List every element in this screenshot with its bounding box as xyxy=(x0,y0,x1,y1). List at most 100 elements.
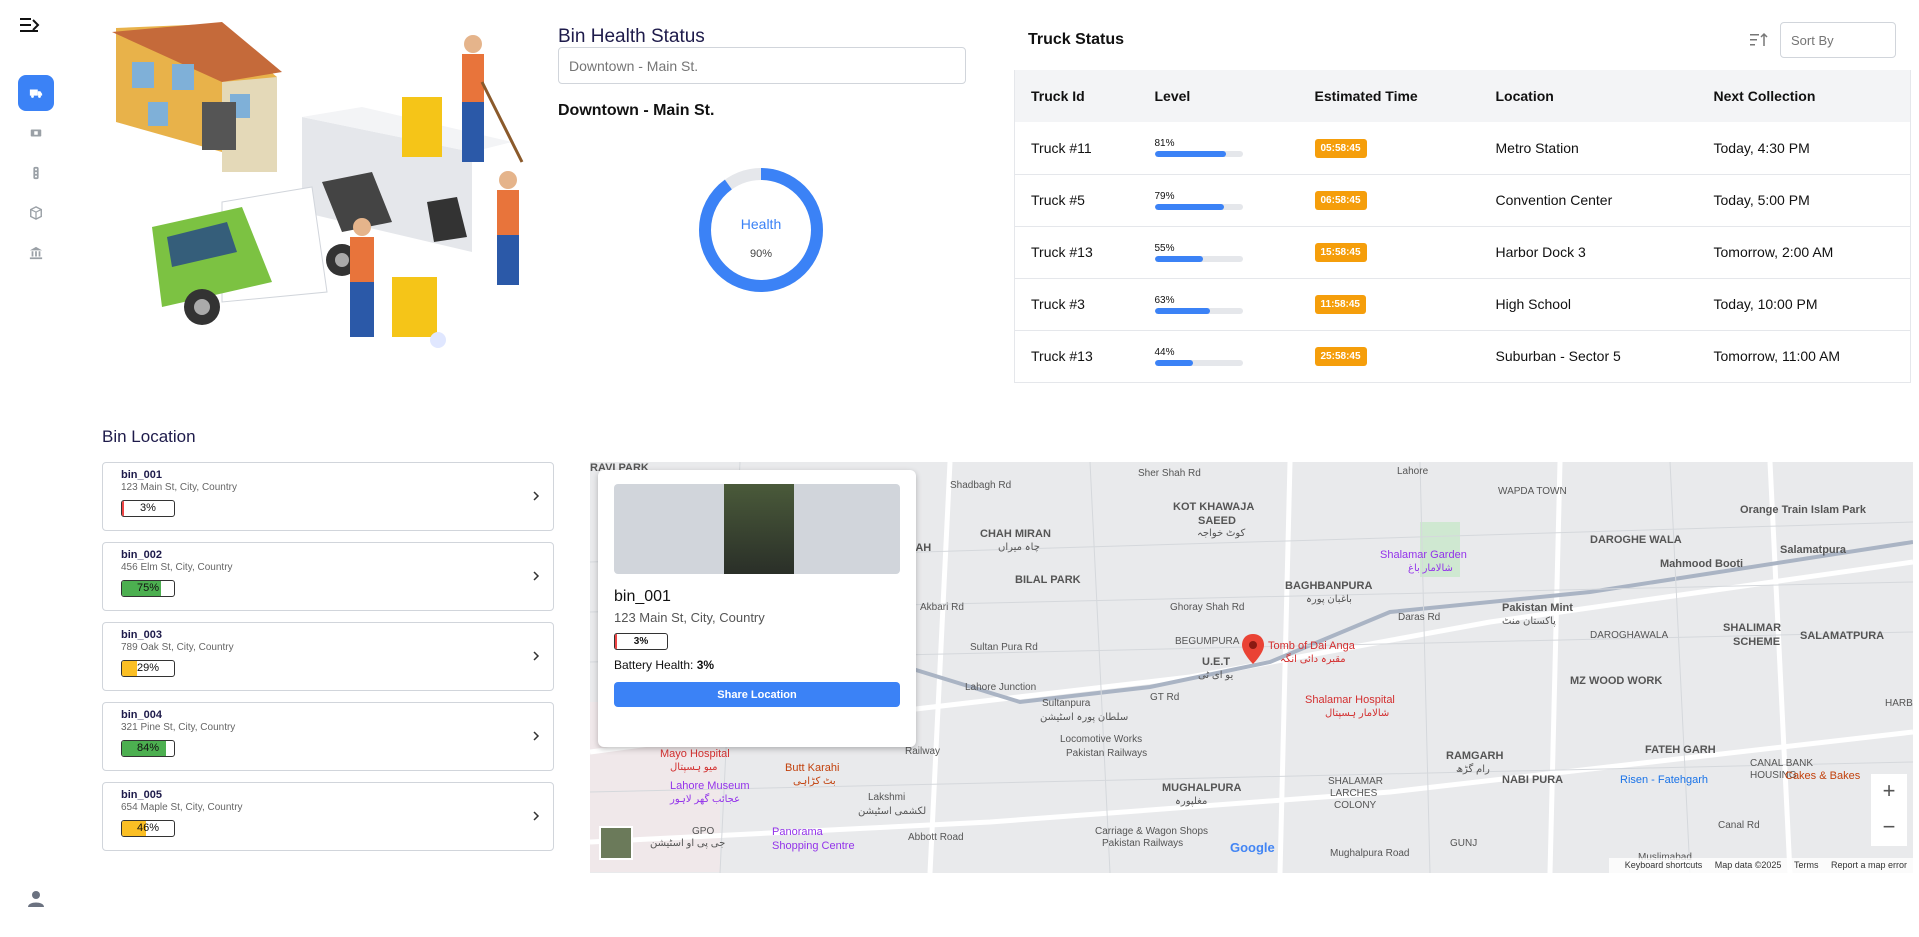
bin-list-item[interactable]: bin_005 654 Maple St, City, Country 46% xyxy=(102,782,554,851)
sort-icon[interactable] xyxy=(1750,32,1768,48)
truck-level: 55% xyxy=(1138,226,1299,279)
next-collection: Today, 10:00 PM xyxy=(1697,278,1911,331)
col-location[interactable]: Location xyxy=(1479,70,1698,122)
nav-ticket-button[interactable] xyxy=(18,115,54,151)
map-label: BEGUMPURA xyxy=(1175,636,1240,647)
col-next-collection[interactable]: Next Collection xyxy=(1697,70,1911,122)
map-label: Lakshmi xyxy=(868,792,906,803)
chevron-right-icon xyxy=(533,571,540,581)
donut-value: 90% xyxy=(749,248,773,260)
zoom-in-button[interactable]: + xyxy=(1871,774,1907,810)
bin-list-item[interactable]: bin_004 321 Pine St, City, Country 84% xyxy=(102,702,554,771)
nav-truck-button[interactable] xyxy=(18,75,54,111)
bin-id: bin_002 xyxy=(121,549,162,561)
level-bar-fill xyxy=(1154,151,1226,158)
bin-location-select[interactable] xyxy=(558,47,966,84)
bin-fill-text: 29% xyxy=(136,662,160,674)
truck-id: Truck #5 xyxy=(1014,174,1139,227)
bin-id: bin_001 xyxy=(121,469,162,481)
report-error-link[interactable]: Report a map error xyxy=(1831,860,1907,870)
map-label: Sher Shah Rd xyxy=(1138,468,1201,479)
nav-box-button[interactable] xyxy=(18,195,54,231)
map-label: یو ای ٹی xyxy=(1198,670,1234,681)
map-label: Cakes & Bakes xyxy=(1785,770,1861,782)
nav-bank-button[interactable] xyxy=(18,235,54,271)
bank-icon xyxy=(29,246,43,260)
bin-list-item[interactable]: bin_003 789 Oak St, City, Country 29% xyxy=(102,622,554,691)
table-row[interactable]: Truck #5 79% 06:58:45 Convention Center … xyxy=(1014,174,1911,227)
map-label: Shalamar Hospital xyxy=(1305,694,1395,706)
chevron-right-icon xyxy=(533,491,540,501)
level-percent: 55% xyxy=(1154,242,1175,254)
truck-location: Harbor Dock 3 xyxy=(1479,226,1698,279)
map-label: Locomotive Works xyxy=(1060,734,1143,745)
bin-address: 789 Oak St, City, Country xyxy=(121,642,234,653)
table-header-row: Truck Id Level Estimated Time Location N… xyxy=(1014,70,1911,122)
map-label: Abbott Road xyxy=(908,832,964,843)
map[interactable]: RAVI PARK KOT KHAWAJA SAEED کوٹ خواجہ CH… xyxy=(590,462,1913,873)
truck-location: Convention Center xyxy=(1479,174,1698,227)
chevron-right-icon xyxy=(533,811,540,821)
time-badge: 05:58:45 xyxy=(1314,138,1367,158)
bin-location-title: Bin Location xyxy=(102,427,196,446)
map-label: Pakistan Mint xyxy=(1502,602,1573,614)
menu-toggle-icon[interactable] xyxy=(20,16,40,34)
truck-level: 81% xyxy=(1138,122,1299,175)
map-label: کوٹ خواجہ xyxy=(1197,528,1246,539)
map-label: Lahore xyxy=(1397,466,1429,477)
donut-label: Health xyxy=(740,216,782,232)
sidebar xyxy=(0,0,72,937)
info-fill-bar: 3% xyxy=(614,633,668,650)
terms-link[interactable]: Terms xyxy=(1794,860,1819,870)
bin-address: 123 Main St, City, Country xyxy=(121,482,237,493)
bin-address: 321 Pine St, City, Country xyxy=(121,722,236,733)
user-icon[interactable] xyxy=(26,889,46,909)
map-label: رام گڑھ xyxy=(1456,764,1490,775)
bin-fill-bar: 75% xyxy=(121,580,175,597)
nav-traffic-button[interactable] xyxy=(18,155,54,191)
share-location-button[interactable]: Share Location xyxy=(614,682,900,707)
truck-level: 44% xyxy=(1138,330,1299,383)
battery-health: Battery Health: 3% xyxy=(614,658,900,672)
level-percent: 63% xyxy=(1154,294,1175,306)
map-type-toggle[interactable] xyxy=(599,826,633,860)
battery-value: 3% xyxy=(696,658,715,672)
bin-list-item[interactable]: bin_002 456 Elm St, City, Country 75% xyxy=(102,542,554,611)
bin-fill-bar: 84% xyxy=(121,740,175,757)
table-row[interactable]: Truck #13 44% 25:58:45 Suburban - Sector… xyxy=(1014,330,1911,383)
keyboard-shortcuts-link[interactable]: Keyboard shortcuts xyxy=(1625,860,1703,870)
sort-by-input[interactable] xyxy=(1780,22,1896,58)
col-estimated-time[interactable]: Estimated Time xyxy=(1298,70,1480,122)
level-bar xyxy=(1154,255,1243,262)
map-label: NABI PURA xyxy=(1502,774,1564,786)
table-row[interactable]: Truck #13 55% 15:58:45 Harbor Dock 3 Tom… xyxy=(1014,226,1911,279)
map-label: شالامار باغ xyxy=(1408,563,1453,574)
map-label: SAEED xyxy=(1198,515,1236,527)
zoom-out-button[interactable]: − xyxy=(1871,810,1907,846)
map-label: Shadbagh Rd xyxy=(950,480,1012,491)
info-fill-text: 3% xyxy=(633,636,649,647)
map-label: Risen - Fatehgarh xyxy=(1620,774,1709,786)
col-truck-id[interactable]: Truck Id xyxy=(1014,70,1139,122)
truck-location: High School xyxy=(1479,278,1698,331)
google-logo: Google xyxy=(1230,840,1275,855)
map-label: Pakistan Railways xyxy=(1066,748,1148,759)
chevron-right-icon xyxy=(533,651,540,661)
estimated-time: 11:58:45 xyxy=(1298,278,1480,331)
bin-address: 654 Maple St, City, Country xyxy=(121,802,243,813)
bin-list-item[interactable]: bin_001 123 Main St, City, Country 3% xyxy=(102,462,554,531)
bin-fill-bar: 46% xyxy=(121,820,175,837)
map-label: Sultan Pura Rd xyxy=(970,642,1038,653)
col-level[interactable]: Level xyxy=(1138,70,1299,122)
bin-address: 456 Elm St, City, Country xyxy=(121,562,233,573)
map-label: BILAL PARK xyxy=(1015,574,1081,586)
map-label: Lahore Junction xyxy=(965,682,1037,693)
map-label: Pakistan Railways xyxy=(1102,838,1184,849)
table-row[interactable]: Truck #11 81% 05:58:45 Metro Station Tod… xyxy=(1014,122,1911,175)
box-icon xyxy=(30,206,42,220)
table-row[interactable]: Truck #3 63% 11:58:45 High School Today,… xyxy=(1014,278,1911,331)
map-marker-icon[interactable] xyxy=(1242,634,1264,664)
bin-id: bin_005 xyxy=(121,789,162,801)
map-label: CHAH MIRAN xyxy=(980,528,1051,540)
truck-id: Truck #3 xyxy=(1014,278,1139,331)
